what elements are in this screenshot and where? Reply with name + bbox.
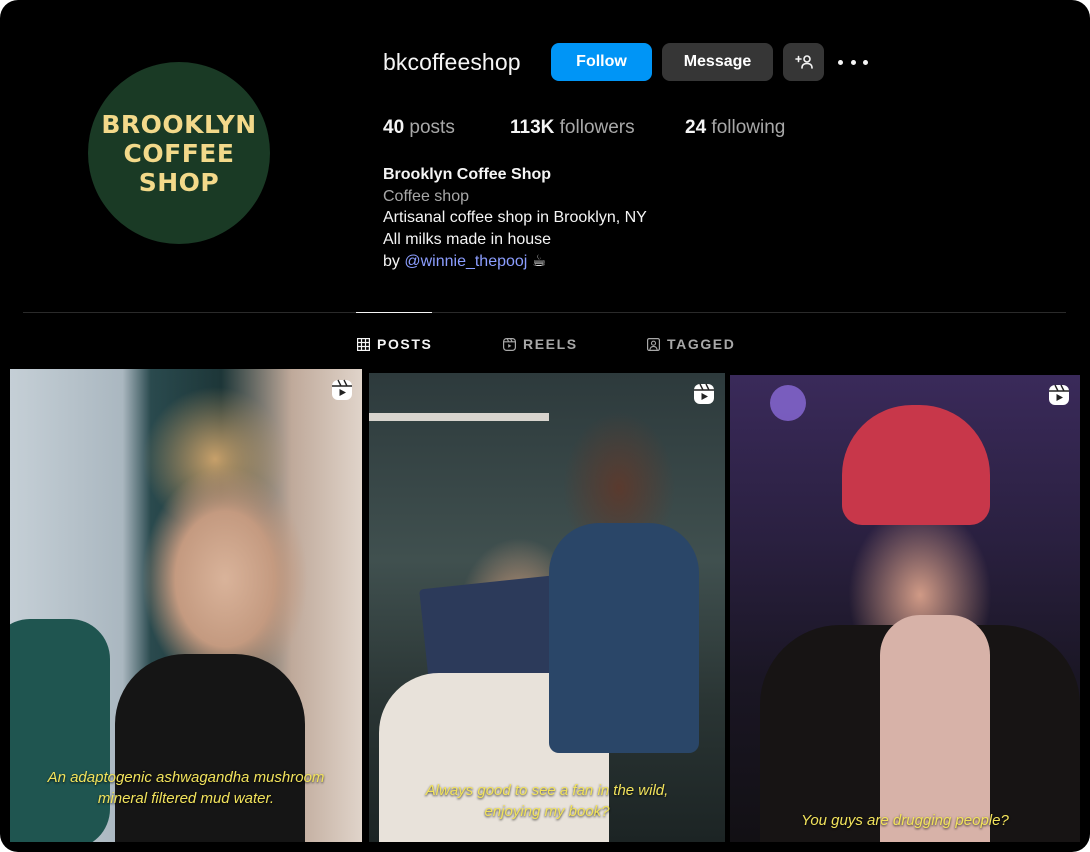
avatar-text-line: COFFEE xyxy=(123,138,235,168)
profile-avatar[interactable]: BROOKLYN COFFEE SHOP xyxy=(88,62,270,244)
tab-reels[interactable]: REELS xyxy=(503,335,578,353)
lamp-shape xyxy=(770,385,806,421)
sweater-shape xyxy=(880,615,990,842)
avatar-text-line: BROOKLYN xyxy=(101,109,257,139)
bio-line: All milks made in house xyxy=(383,231,552,248)
tab-posts[interactable]: POSTS xyxy=(357,335,432,353)
shelf-shape xyxy=(369,413,549,421)
top-shape xyxy=(115,654,305,842)
beanie-shape xyxy=(842,405,990,525)
bio-line: by @winnie_thepooj ☕ xyxy=(383,253,547,270)
active-tab-indicator xyxy=(356,312,432,313)
video-caption: Always good to see a fan in the wild, en… xyxy=(425,782,669,820)
following-count[interactable]: 24 following xyxy=(685,117,785,139)
bio-line: Artisanal coffee shop in Brooklyn, NY xyxy=(383,209,647,226)
message-button[interactable]: Message xyxy=(662,43,773,81)
avatar-text-line: SHOP xyxy=(138,167,220,197)
grid-icon xyxy=(357,337,370,351)
add-user-icon xyxy=(794,55,813,69)
suggest-user-button[interactable] xyxy=(783,43,824,81)
coffee-emoji: ☕ xyxy=(531,253,547,270)
bio-mention-link[interactable]: @winnie_thepooj xyxy=(404,253,527,270)
more-options-icon[interactable] xyxy=(838,50,868,74)
profile-username: bkcoffeeshop xyxy=(383,49,521,75)
post-tile[interactable]: You guys are drugging people? xyxy=(730,375,1080,842)
post-tile[interactable]: Always good to see a fan in the wild, en… xyxy=(369,373,725,842)
profile-page: BROOKLYN COFFEE SHOP bkcoffeeshop Follow… xyxy=(0,0,1090,852)
follow-button[interactable]: Follow xyxy=(551,43,652,81)
reel-icon xyxy=(694,383,714,404)
video-caption: An adaptogenic ashwagandha mushroom mine… xyxy=(47,769,325,807)
post-tile[interactable]: An adaptogenic ashwagandha mushroom mine… xyxy=(10,369,362,842)
followers-count[interactable]: 113K followers xyxy=(510,117,635,139)
posts-count: 40 posts xyxy=(383,117,455,138)
profile-display-name: Brooklyn Coffee Shop xyxy=(383,166,552,183)
profile-category: Coffee shop xyxy=(383,188,469,205)
tagged-icon xyxy=(647,337,660,351)
reels-icon xyxy=(503,337,516,351)
reel-icon xyxy=(332,379,352,400)
tabs-divider xyxy=(23,312,1066,313)
video-caption: You guys are drugging people? xyxy=(801,812,1009,829)
tab-tagged[interactable]: TAGGED xyxy=(647,335,735,353)
shirt-shape xyxy=(549,523,699,753)
reel-icon xyxy=(1049,384,1069,405)
